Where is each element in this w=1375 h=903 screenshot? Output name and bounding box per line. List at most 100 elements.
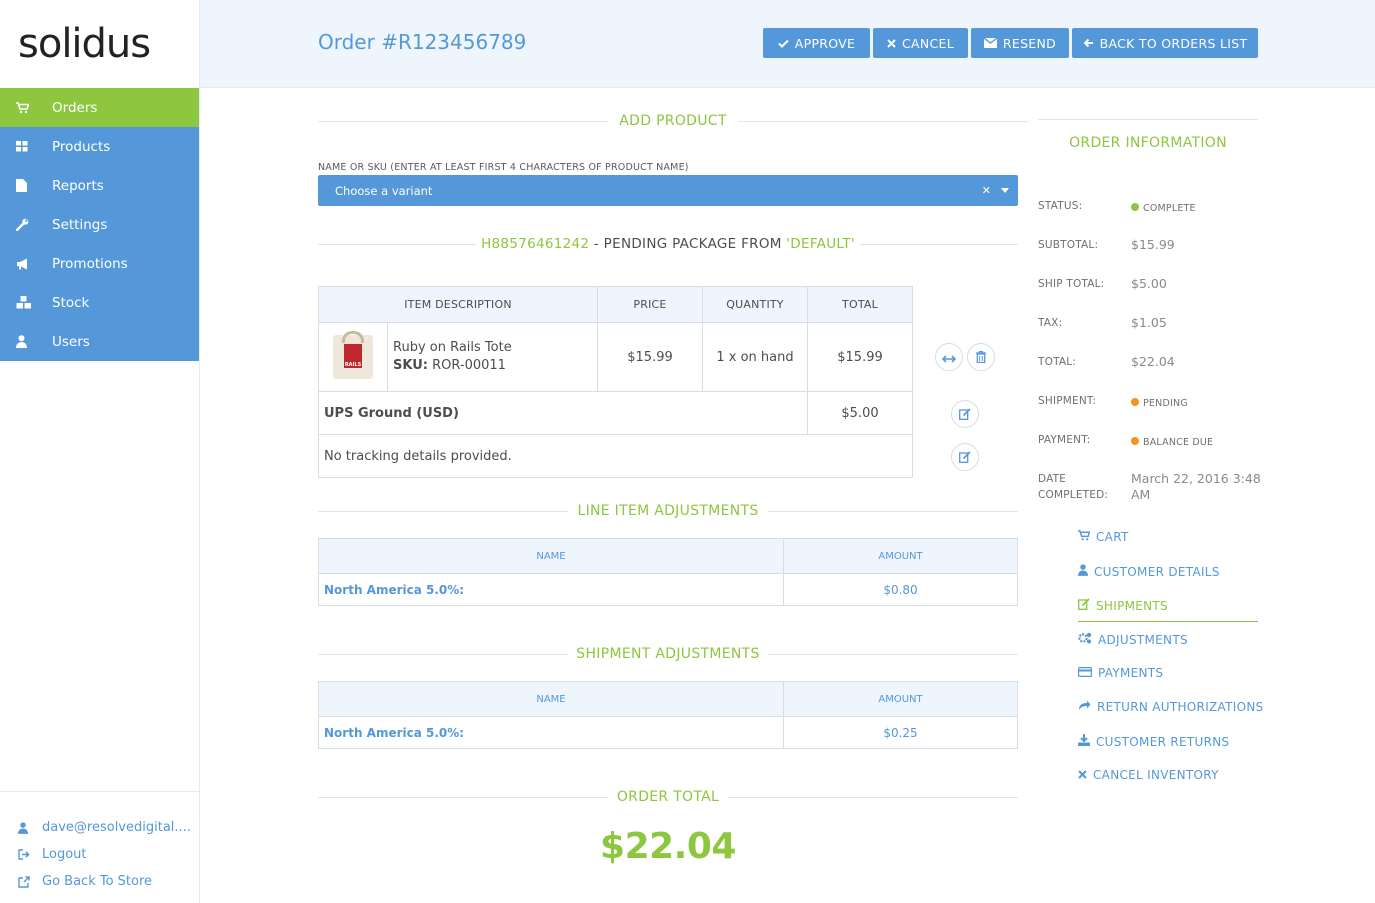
shipping-method: UPS Ground (USD) — [318, 391, 808, 435]
table-row: North America 5.0%: $0.25 — [318, 716, 1018, 749]
column-header: AMOUNT — [783, 681, 1018, 717]
check-icon — [778, 36, 789, 51]
credit-card-icon — [1078, 666, 1093, 680]
payment-state-value: BALANCE DUE — [1131, 433, 1213, 451]
tab-label: CUSTOMER RETURNS — [1096, 734, 1230, 749]
item-description: Ruby on Rails Tote SKU: ROR-00011 — [387, 322, 598, 392]
sidebar-item-reports[interactable]: Reports — [0, 166, 199, 205]
sidebar-item-label: Users — [52, 333, 90, 350]
line-item-adjustments-table: NAME AMOUNT North America 5.0%: $0.80 — [318, 538, 1018, 606]
shipment-state-text: PENDING — [1143, 398, 1188, 409]
adjustment-amount: $0.80 — [783, 573, 1018, 606]
sidebar-footer: dave@resolvedigital.... Logout Go Back T… — [0, 791, 199, 903]
sidebar-item-users[interactable]: Users — [0, 322, 199, 361]
sidebar-item-products[interactable]: Products — [0, 127, 199, 166]
approve-label: APPROVE — [794, 35, 856, 51]
megaphone-icon — [16, 258, 52, 270]
cancel-label: CANCEL — [901, 35, 955, 51]
status-value: COMPLETE — [1131, 199, 1196, 217]
sidebar-item-settings[interactable]: Settings — [0, 205, 199, 244]
back-label: BACK TO ORDERS LIST — [1099, 35, 1248, 51]
adjustment-name: North America 5.0%: — [318, 573, 784, 606]
sku-value: ROR-00011 — [432, 358, 506, 373]
ship-total-label: SHIP TOTAL: — [1038, 278, 1105, 290]
tracking-row: No tracking details provided. — [318, 434, 913, 478]
item-name: Ruby on Rails Tote — [393, 340, 512, 355]
sidebar-item-label: Products — [52, 138, 111, 155]
tote-bag-image: RAILS — [333, 331, 373, 379]
sidebar-item-stock[interactable]: Stock — [0, 283, 199, 322]
tab-customer-details[interactable]: CUSTOMER DETAILS — [1078, 564, 1220, 579]
split-item-button[interactable] — [935, 343, 963, 371]
delete-item-button[interactable] — [967, 343, 995, 371]
shipment-state-dot — [1131, 398, 1139, 406]
ship-total-value: $5.00 — [1131, 276, 1167, 291]
logout-label: Logout — [42, 847, 87, 862]
cubes-icon — [16, 296, 52, 309]
shipment-adjustments-divider: SHIPMENT ADJUSTMENTS — [318, 646, 1018, 662]
active-tab-underline — [1078, 621, 1258, 622]
subtotal-label: SUBTOTAL: — [1038, 239, 1099, 251]
page-title: Order #R123456789 — [318, 30, 527, 54]
column-header: AMOUNT — [783, 538, 1018, 574]
sidebar-item-label: Reports — [52, 177, 104, 194]
order-info-top-rule — [1038, 119, 1258, 135]
share-icon — [1078, 700, 1091, 714]
store-link[interactable]: Go Back To Store — [18, 868, 199, 895]
user-icon — [18, 821, 42, 834]
tab-shipments[interactable]: SHIPMENTS — [1078, 598, 1168, 613]
envelope-icon — [983, 36, 998, 51]
line-item-adjustments-divider: LINE ITEM ADJUSTMENTS — [318, 503, 1018, 519]
back-to-orders-button[interactable]: BACK TO ORDERS LIST — [1072, 28, 1258, 58]
date-completed-label-line1: DATE — [1038, 473, 1067, 485]
cancel-button[interactable]: CANCEL — [873, 28, 968, 58]
sidebar-item-orders[interactable]: Orders — [0, 88, 199, 127]
item-price: $15.99 — [597, 322, 703, 392]
table-header-row: NAME AMOUNT — [318, 538, 1018, 574]
arrows-h-icon — [941, 348, 957, 367]
tab-return-authorizations[interactable]: RETURN AUTHORIZATIONS — [1078, 700, 1264, 714]
approve-button[interactable]: APPROVE — [763, 28, 870, 58]
sidebar-item-promotions[interactable]: Promotions — [0, 244, 199, 283]
cart-icon — [16, 101, 52, 114]
logout-link[interactable]: Logout — [18, 841, 199, 868]
adjustment-name: North America 5.0%: — [318, 716, 784, 749]
tab-customer-returns[interactable]: CUSTOMER RETURNS — [1078, 734, 1229, 749]
item-total: $15.99 — [807, 322, 913, 392]
column-header: ITEM DESCRIPTION — [318, 286, 598, 323]
sidebar-item-label: Orders — [52, 99, 98, 116]
status-dot — [1131, 203, 1139, 211]
table-row: North America 5.0%: $0.80 — [318, 573, 1018, 606]
table-header-row: NAME AMOUNT — [318, 681, 1018, 717]
payment-state-label: PAYMENT: — [1038, 434, 1091, 446]
tracking-details: No tracking details provided. — [318, 434, 913, 478]
chevron-down-icon[interactable] — [1001, 188, 1009, 193]
shipping-cost: $5.00 — [807, 391, 913, 435]
tab-label: CANCEL INVENTORY — [1093, 768, 1219, 782]
tax-value: $1.05 — [1131, 315, 1167, 330]
download-icon — [1078, 734, 1090, 749]
line-item-adjustments-heading: LINE ITEM ADJUSTMENTS — [577, 503, 759, 519]
sidebar-item-label: Promotions — [52, 255, 128, 272]
date-completed-value-line2: AM — [1131, 487, 1151, 502]
tab-cancel-inventory[interactable]: CANCEL INVENTORY — [1078, 768, 1219, 782]
user-email: dave@resolvedigital.... — [42, 820, 191, 835]
payment-state-dot — [1131, 437, 1139, 445]
order-total-divider: ORDER TOTAL — [318, 789, 1018, 805]
solidus-logo[interactable]: solidus — [0, 0, 199, 88]
resend-button[interactable]: RESEND — [971, 28, 1069, 58]
tab-payments[interactable]: PAYMENTS — [1078, 666, 1163, 680]
store-label: Go Back To Store — [42, 874, 153, 889]
edit-tracking-button[interactable] — [951, 443, 979, 471]
package-number: H88576461242 — [481, 236, 590, 252]
variant-select[interactable]: Choose a variant ✕ — [318, 175, 1018, 206]
edit-shipping-button[interactable] — [951, 400, 979, 428]
tab-label: RETURN AUTHORIZATIONS — [1097, 700, 1264, 714]
tab-adjustments[interactable]: ADJUSTMENTS — [1078, 632, 1188, 647]
tab-cart[interactable]: CART — [1078, 530, 1129, 544]
clear-icon[interactable]: ✕ — [982, 184, 991, 197]
add-product-heading: ADD PRODUCT — [619, 113, 727, 129]
current-user-link[interactable]: dave@resolvedigital.... — [18, 814, 199, 841]
resend-label: RESEND — [1002, 35, 1057, 51]
package-heading-text: - PENDING PACKAGE FROM — [589, 236, 787, 252]
